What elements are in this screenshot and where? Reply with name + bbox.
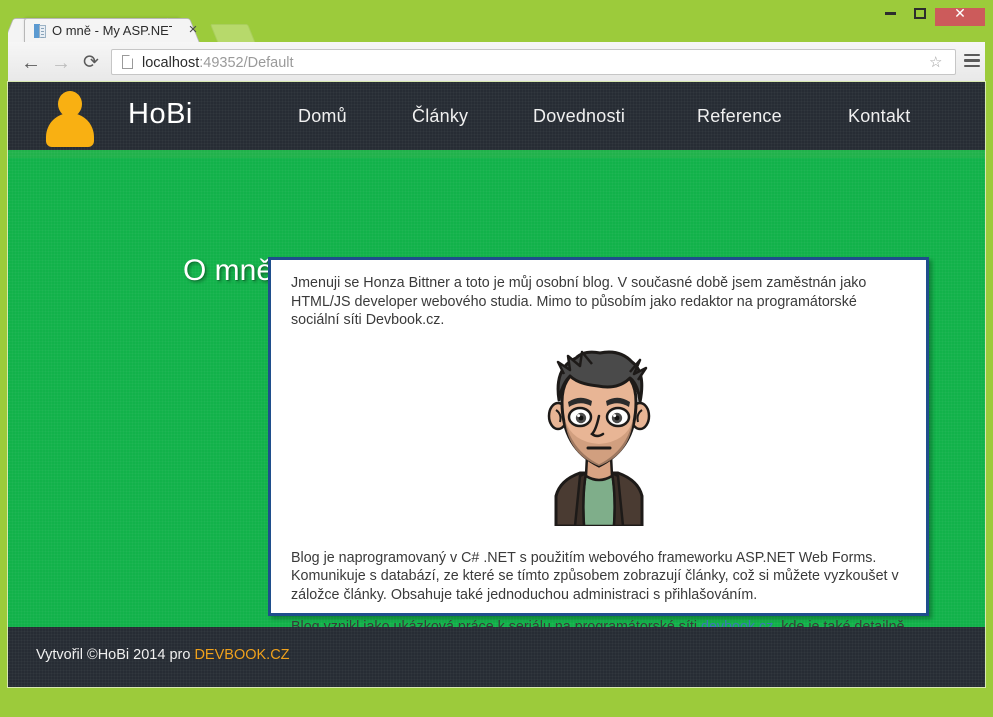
title-bar: O mně - My ASP.NET App × ✕ — [0, 0, 993, 42]
person-silhouette-icon[interactable] — [40, 82, 100, 150]
footer-text: Vytvořil ©HoBi 2014 pro DEVBOOK.CZ — [36, 647, 290, 663]
footer-devbook-link[interactable]: DEVBOOK.CZ — [194, 647, 289, 663]
accent-strip — [8, 150, 985, 158]
web-page: HoBi Domů Články Dovednosti Reference Ko… — [8, 82, 985, 687]
avatar — [291, 344, 906, 531]
content-card: Jmenuji se Honza Bittner a toto je můj o… — [268, 257, 929, 616]
window-controls: ✕ — [875, 0, 985, 26]
document-icon — [34, 24, 46, 38]
minimize-button[interactable] — [875, 2, 905, 24]
close-button[interactable]: ✕ — [935, 0, 985, 26]
site-brand[interactable]: HoBi — [128, 98, 193, 131]
tab-close-icon[interactable]: × — [186, 23, 200, 37]
site-navbar: HoBi Domů Články Dovednosti Reference Ko… — [8, 82, 985, 150]
intro-paragraph: Jmenuji se Honza Bittner a toto je můj o… — [291, 274, 906, 330]
url-host: localhost — [142, 55, 199, 71]
page-title: O mně — [103, 254, 273, 288]
menu-hamburger-icon[interactable] — [964, 54, 980, 68]
cartoon-portrait-illustration — [534, 344, 664, 526]
reload-icon[interactable]: ⟳ — [80, 52, 102, 74]
address-bar-url: localhost:49352/Default — [142, 53, 294, 73]
tab-title: O mně - My ASP.NET App — [52, 22, 172, 40]
new-tab-button[interactable] — [210, 24, 256, 44]
address-bar[interactable]: localhost:49352/Default ☆ — [111, 49, 956, 75]
maximize-button[interactable] — [905, 2, 935, 24]
browser-toolbar: ← → ⟳ localhost:49352/Default ☆ — [8, 42, 985, 83]
footer-text-before: Vytvořil ©HoBi 2014 pro — [36, 647, 194, 663]
tech-paragraph: Blog je naprogramovaný v C# .NET s použi… — [291, 549, 906, 605]
nav-item-dovednosti[interactable]: Dovednosti — [533, 106, 625, 127]
forward-icon[interactable]: → — [50, 52, 72, 74]
browser-window: O mně - My ASP.NET App × ✕ ← → ⟳ localho… — [0, 0, 993, 717]
nav-item-kontakt[interactable]: Kontakt — [848, 106, 910, 127]
site-footer: Vytvořil ©HoBi 2014 pro DEVBOOK.CZ — [8, 627, 985, 687]
bookmark-star-icon[interactable]: ☆ — [929, 55, 945, 71]
nav-item-reference[interactable]: Reference — [697, 106, 782, 127]
page-info-icon — [122, 55, 133, 69]
back-icon[interactable]: ← — [20, 52, 42, 74]
nav-item-clanky[interactable]: Články — [412, 106, 468, 127]
nav-item-domu[interactable]: Domů — [298, 106, 347, 127]
url-path: :49352/Default — [199, 55, 293, 71]
